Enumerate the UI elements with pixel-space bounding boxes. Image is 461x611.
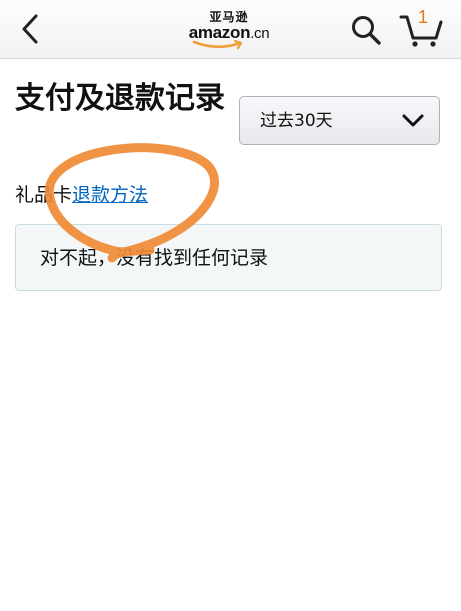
gift-card-refund-row: 礼品卡退款方法 — [15, 182, 148, 208]
refund-method-link[interactable]: 退款方法 — [72, 184, 148, 206]
cart-count-badge: 1 — [418, 7, 429, 27]
amazon-smile-icon — [192, 40, 243, 50]
gift-card-label: 礼品卡 — [15, 184, 73, 206]
top-nav-bar: 亚马逊 amazon.cn 1 — [0, 0, 461, 59]
search-icon — [352, 16, 381, 45]
chevron-down-icon — [402, 114, 424, 127]
page-title: 支付及退款记录 — [15, 81, 225, 116]
no-records-alert: 对不起，没有找到任何记录 — [15, 224, 442, 291]
no-records-message: 对不起，没有找到任何记录 — [40, 247, 269, 269]
logo-wordmark-suffix: .cn — [250, 25, 270, 42]
date-range-dropdown[interactable]: 过去30天 — [239, 96, 440, 145]
date-range-selected: 过去30天 — [260, 111, 333, 131]
amazon-cn-logo[interactable]: 亚马逊 amazon.cn — [188, 10, 270, 50]
payments-refunds-page: 亚马逊 amazon.cn 1 支付及退款记录 过去30天 礼品卡退款方法 对不… — [0, 0, 461, 611]
logo-chinese-text: 亚马逊 — [209, 10, 249, 24]
chevron-left-icon — [22, 14, 38, 44]
search-button[interactable] — [348, 12, 384, 48]
back-button[interactable] — [12, 10, 48, 48]
cart-button[interactable]: 1 — [398, 8, 448, 50]
